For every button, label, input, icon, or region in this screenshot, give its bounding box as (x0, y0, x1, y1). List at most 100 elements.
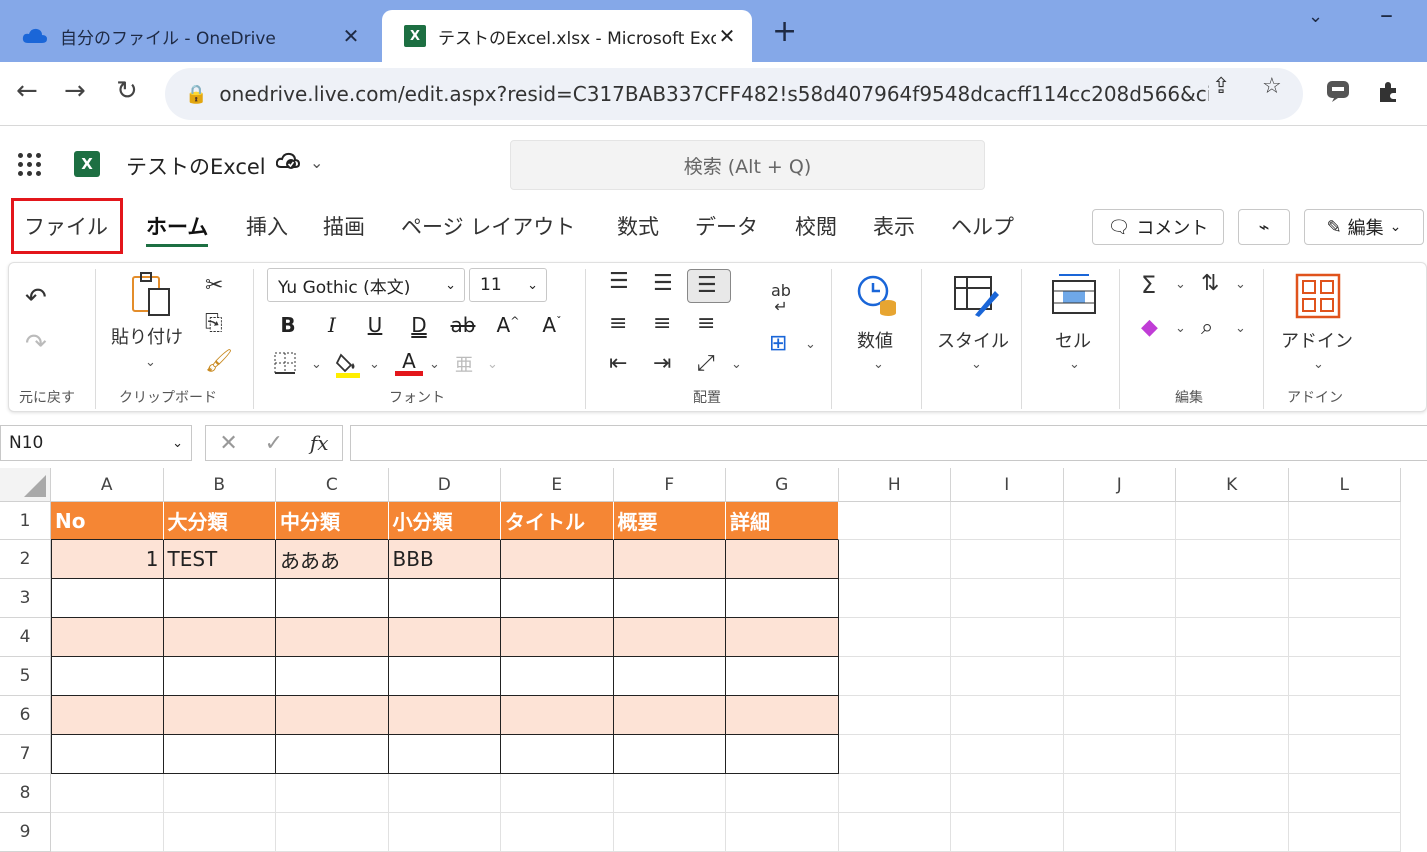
cell-K4[interactable] (1176, 618, 1289, 657)
cell-K3[interactable] (1176, 579, 1289, 618)
cell-E2[interactable] (501, 540, 614, 579)
select-all-corner[interactable] (0, 468, 51, 502)
cell-F8[interactable] (613, 774, 726, 813)
app-launcher-icon[interactable] (18, 153, 42, 177)
cell-A4[interactable] (51, 618, 164, 657)
cell-H2[interactable] (838, 540, 951, 579)
tab-review[interactable]: 校閲 (795, 211, 837, 241)
cell-F6[interactable] (613, 696, 726, 735)
enter-check-icon[interactable]: ✓ (265, 431, 283, 456)
cell-I6[interactable] (951, 696, 1064, 735)
copy-icon[interactable]: ⎘ (205, 311, 223, 336)
column-header[interactable]: F (613, 468, 726, 502)
tab-help[interactable]: ヘルプ (951, 211, 1014, 241)
cell-D1[interactable]: 小分類 (388, 502, 501, 540)
sort-filter-icon[interactable]: ⇅ (1201, 271, 1219, 296)
align-right-icon[interactable]: ≡ (697, 311, 715, 336)
align-center-icon[interactable]: ≡ (653, 311, 671, 336)
cell-E6[interactable] (501, 696, 614, 735)
chevron-down-icon[interactable]: ⌄ (731, 357, 742, 372)
bold-button[interactable]: B (273, 313, 303, 337)
row-header[interactable]: 8 (0, 774, 51, 813)
find-search-icon[interactable]: ⌕ (1201, 315, 1213, 340)
cancel-icon[interactable]: ✕ (219, 431, 237, 456)
italic-button[interactable]: I (317, 313, 347, 337)
search-input[interactable]: 検索 (Alt + Q) (510, 140, 985, 190)
cell-I9[interactable] (951, 813, 1064, 852)
cell-L8[interactable] (1288, 774, 1401, 813)
undo-icon[interactable]: ↶ (25, 283, 47, 313)
chevron-down-icon[interactable]: ⌄ (145, 355, 156, 370)
tab-page-layout[interactable]: ページ レイアウト (401, 211, 575, 241)
column-header[interactable]: A (51, 468, 164, 502)
cell-B3[interactable] (163, 579, 276, 618)
cell-E3[interactable] (501, 579, 614, 618)
tab-search-chevron-icon[interactable]: ⌄ (1308, 6, 1323, 27)
cell-E8[interactable] (501, 774, 614, 813)
cell-F3[interactable] (613, 579, 726, 618)
cell-G8[interactable] (726, 774, 839, 813)
cell-E4[interactable] (501, 618, 614, 657)
cell-H3[interactable] (838, 579, 951, 618)
chevron-down-icon[interactable]: ⌄ (805, 337, 816, 352)
chevron-down-icon[interactable]: ⌄ (1069, 357, 1080, 372)
column-header[interactable]: I (951, 468, 1064, 502)
column-header[interactable]: H (838, 468, 951, 502)
extensions-puzzle-icon[interactable] (1376, 80, 1400, 110)
cell-H1[interactable] (838, 502, 951, 540)
cell-G9[interactable] (726, 813, 839, 852)
cell-I3[interactable] (951, 579, 1064, 618)
cell-L1[interactable] (1288, 502, 1401, 540)
cell-F2[interactable] (613, 540, 726, 579)
cell-A8[interactable] (51, 774, 164, 813)
insert-function-icon[interactable]: fx (310, 431, 329, 455)
cell-G5[interactable] (726, 657, 839, 696)
cell-E7[interactable] (501, 735, 614, 774)
wrap-text-icon[interactable]: ab ↵ (771, 283, 791, 315)
cell-K7[interactable] (1176, 735, 1289, 774)
cell-C6[interactable] (276, 696, 389, 735)
cut-scissors-icon[interactable]: ✂ (205, 273, 223, 298)
close-tab-icon[interactable]: ✕ (340, 24, 362, 48)
cell-C7[interactable] (276, 735, 389, 774)
cell-L5[interactable] (1288, 657, 1401, 696)
cell-J1[interactable] (1063, 502, 1176, 540)
styles-icon[interactable] (953, 275, 1001, 323)
chevron-down-icon[interactable]: ⌄ (429, 357, 440, 372)
addins-icon[interactable] (1295, 273, 1341, 323)
cell-L6[interactable] (1288, 696, 1401, 735)
increase-indent-icon[interactable]: ⇥ (653, 351, 671, 376)
cell-D4[interactable] (388, 618, 501, 657)
cell-F5[interactable] (613, 657, 726, 696)
cell-G4[interactable] (726, 618, 839, 657)
close-tab-icon[interactable]: ✕ (716, 24, 738, 48)
font-size-select[interactable]: 11 ⌄ (469, 268, 547, 302)
cell-H9[interactable] (838, 813, 951, 852)
clear-eraser-icon[interactable]: ◆ (1141, 315, 1158, 340)
cell-A7[interactable] (51, 735, 164, 774)
tab-formulas[interactable]: 数式 (617, 211, 659, 241)
styles-label[interactable]: スタイル (937, 327, 1009, 353)
merge-center-icon[interactable]: ⊞ (769, 331, 787, 356)
fill-color-icon[interactable] (335, 351, 361, 383)
column-header[interactable]: B (163, 468, 276, 502)
cell-G6[interactable] (726, 696, 839, 735)
chevron-down-icon[interactable]: ⌄ (487, 357, 498, 372)
cell-J6[interactable] (1063, 696, 1176, 735)
align-top-icon[interactable]: ☰ (609, 269, 629, 294)
row-header[interactable]: 5 (0, 657, 51, 696)
column-header[interactable]: L (1288, 468, 1401, 502)
bookmark-star-icon[interactable]: ☆ (1262, 74, 1282, 99)
cell-C4[interactable] (276, 618, 389, 657)
address-bar[interactable]: 🔒 onedrive.live.com/edit.aspx?resid=C317… (165, 68, 1303, 120)
cell-H5[interactable] (838, 657, 951, 696)
phonetic-guide-icon[interactable]: 亜 (455, 351, 473, 377)
align-middle-icon[interactable]: ☰ (653, 271, 673, 296)
cell-E1[interactable]: タイトル (501, 502, 614, 540)
cell-B9[interactable] (163, 813, 276, 852)
cell-F1[interactable]: 概要 (613, 502, 726, 540)
cell-C1[interactable]: 中分類 (276, 502, 389, 540)
tab-draw[interactable]: 描画 (323, 211, 365, 241)
browser-tab-onedrive[interactable]: 自分のファイル - OneDrive ✕ (0, 10, 376, 62)
cell-L3[interactable] (1288, 579, 1401, 618)
